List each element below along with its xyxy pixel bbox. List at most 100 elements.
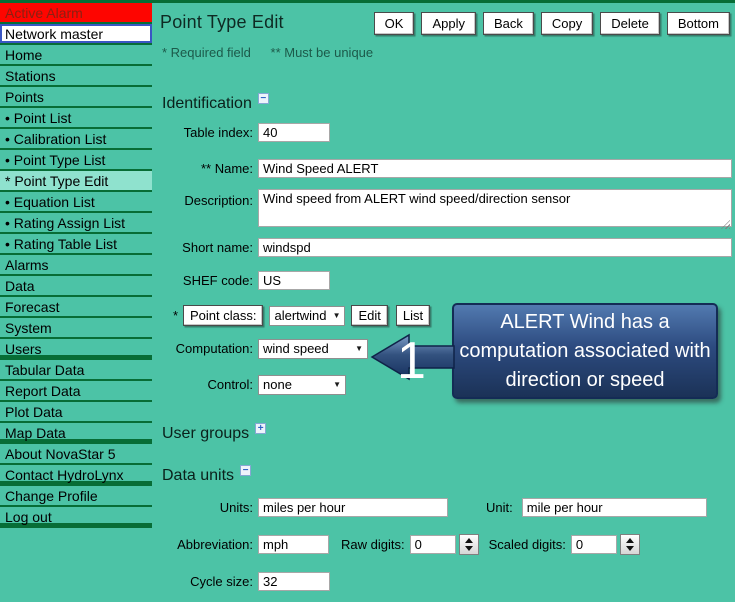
required-field-note: * Required field [162,45,251,60]
sidebar-item-active-alarm[interactable]: Active Alarm [0,3,152,24]
sidebar-item-map-data[interactable]: Map Data [0,423,152,444]
sidebar-item-point-type-edit[interactable]: * Point Type Edit [0,171,152,192]
cycle-size-input[interactable] [258,572,330,591]
shef-code-row: SHEF code: [160,270,330,291]
spinner-down-icon[interactable] [625,546,634,551]
computation-row: Computation: wind speed ▼ [160,338,368,359]
sidebar-item-stations[interactable]: Stations [0,66,152,87]
page-header: Point Type Edit OK Apply Back Copy Delet… [160,12,730,35]
callout-arrow: 1 [370,332,455,390]
spinner-up-icon[interactable] [464,538,473,543]
short-name-input[interactable] [258,238,732,257]
sidebar-item-system[interactable]: System [0,318,152,339]
toolbar: OK Apply Back Copy Delete Bottom [373,12,730,35]
sidebar-item-rating-table-list[interactable]: • Rating Table List [0,234,152,255]
description-textarea[interactable]: Wind speed from ALERT wind speed/directi… [258,189,732,227]
short-name-label: Short name: [182,240,253,255]
table-index-label: Table index: [183,125,253,140]
sidebar-item-rating-assign-list[interactable]: • Rating Assign List [0,213,152,234]
sidebar-item-plot-data[interactable]: Plot Data [0,402,152,423]
abbreviation-row: Abbreviation: Raw digits: Scaled digits: [160,534,640,555]
bottom-button[interactable]: Bottom [666,12,730,35]
spinner-down-icon[interactable] [464,546,473,551]
back-button[interactable]: Back [482,12,534,35]
expand-icon[interactable]: + [255,423,267,434]
network-master-field[interactable]: Network master [0,24,152,45]
units-input[interactable] [258,498,448,517]
spinner-up-icon[interactable] [625,538,634,543]
units-row: Units: Unit: [160,497,707,518]
point-class-select[interactable]: alertwind ▼ [269,305,346,326]
ok-button[interactable]: OK [373,12,415,35]
abbreviation-label: Abbreviation: [177,537,253,552]
sidebar-item-contact-hydrolynx[interactable]: Contact HydroLynx [0,465,152,486]
name-row: ** Name: [160,158,732,179]
shef-code-input[interactable] [258,271,330,290]
point-class-value: alertwind [274,308,327,323]
page-title: Point Type Edit [160,12,284,32]
computation-select[interactable]: wind speed ▼ [258,338,368,359]
sidebar: Active Alarm Network master Home Station… [0,3,152,528]
apply-button[interactable]: Apply [421,12,476,35]
app-window: Active Alarm Network master Home Station… [0,0,735,602]
sidebar-item-data[interactable]: Data [0,276,152,297]
chevron-down-icon: ▼ [355,344,363,353]
must-be-unique-note: ** Must be unique [270,45,374,60]
sidebar-item-alarms[interactable]: Alarms [0,255,152,276]
sidebar-item-forecast[interactable]: Forecast [0,297,152,318]
point-class-edit-button[interactable]: Edit [351,305,388,326]
sidebar-item-equation-list[interactable]: • Equation List [0,192,152,213]
name-input[interactable] [258,159,732,178]
sidebar-item-point-type-list[interactable]: • Point Type List [0,150,152,171]
scaled-digits-spinner[interactable] [619,534,640,555]
collapse-icon[interactable]: − [257,93,269,104]
sidebar-item-point-list[interactable]: • Point List [0,108,152,129]
point-class-row: * Point class: alertwind ▼ Edit List [160,305,431,326]
sidebar-item-users[interactable]: Users [0,339,152,360]
cycle-size-row: Cycle size: [160,571,330,592]
raw-digits-spinner[interactable] [458,534,479,555]
control-row: Control: none ▼ [160,374,346,395]
raw-digits-input[interactable] [409,535,456,554]
sidebar-item-change-profile[interactable]: Change Profile [0,486,152,507]
sidebar-item-tabular-data[interactable]: Tabular Data [0,360,152,381]
short-name-row: Short name: [160,237,732,258]
collapse-icon[interactable]: − [240,465,252,476]
scaled-digits-input[interactable] [570,535,617,554]
point-class-button[interactable]: Point class: [183,305,264,326]
section-data-units: Data units − [162,465,252,485]
raw-digits-label: Raw digits: [341,537,405,552]
callout-text: ALERT Wind has a computation associated … [459,311,711,391]
control-select[interactable]: none ▼ [258,374,346,395]
copy-button[interactable]: Copy [540,12,594,35]
point-class-list-button[interactable]: List [395,305,431,326]
shef-code-label: SHEF code: [182,273,253,288]
chevron-down-icon: ▼ [333,380,341,389]
description-row: Description: Wind speed from ALERT wind … [160,189,732,231]
control-label: Control: [207,377,253,392]
table-index-input[interactable] [258,123,330,142]
units-label: Units: [219,500,253,515]
cycle-size-label: Cycle size: [190,574,253,589]
abbreviation-input[interactable] [258,535,329,554]
delete-button[interactable]: Delete [600,12,660,35]
main-panel: Point Type Edit OK Apply Back Copy Delet… [160,3,732,602]
computation-value: wind speed [263,341,329,356]
sidebar-item-home[interactable]: Home [0,45,152,66]
name-label: ** Name: [200,161,253,176]
control-value: none [263,377,292,392]
sidebar-item-about-novastar[interactable]: About NovaStar 5 [0,444,152,465]
computation-label: Computation: [175,341,253,356]
required-mark: * [173,308,179,323]
section-user-groups-label: User groups [162,425,250,442]
description-label: Description: [184,193,253,208]
sidebar-item-report-data[interactable]: Report Data [0,381,152,402]
scaled-digits-label: Scaled digits: [488,537,566,552]
legend-note: * Required field ** Must be unique [162,45,389,60]
sidebar-item-calibration-list[interactable]: • Calibration List [0,129,152,150]
sidebar-item-points[interactable]: Points [0,87,152,108]
section-user-groups: User groups + [162,423,267,443]
unit-input[interactable] [521,498,707,517]
sidebar-item-log-out[interactable]: Log out [0,507,152,528]
chevron-down-icon: ▼ [332,311,341,320]
